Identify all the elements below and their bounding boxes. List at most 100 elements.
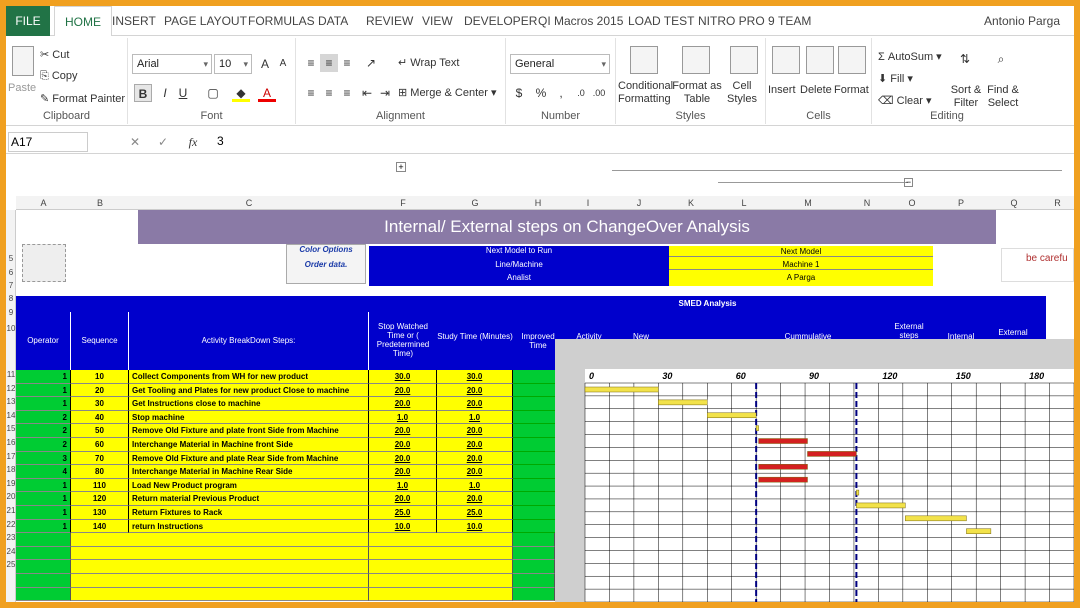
align-top-icon[interactable]: ≡	[302, 54, 320, 72]
operator-cell[interactable]: 2	[16, 438, 71, 452]
operator-cell[interactable]: 1	[16, 478, 71, 493]
info-value[interactable]: A Parga	[669, 273, 933, 282]
row-header[interactable]: 15	[6, 424, 16, 433]
cancel-icon[interactable]: ✕	[126, 133, 144, 151]
increase-decimal-icon[interactable]: .0	[572, 84, 590, 102]
font-color-icon[interactable]: A	[258, 84, 276, 102]
blank-cell[interactable]	[369, 574, 513, 588]
study-cell[interactable]: 1.0	[437, 410, 513, 425]
step-cell[interactable]: Interchange Material in Machine front Si…	[129, 438, 369, 452]
blank-cell[interactable]	[71, 546, 369, 561]
font-name-combo[interactable]: Arial	[132, 54, 212, 74]
row-header[interactable]: 14	[6, 411, 16, 420]
insert-cells-button[interactable]: Insert	[768, 84, 796, 96]
blank-cell[interactable]	[16, 574, 71, 588]
blank-cell[interactable]	[16, 546, 71, 561]
operator-cell[interactable]: 2	[16, 424, 71, 438]
format-table-icon[interactable]	[682, 46, 710, 74]
blank-cell[interactable]	[513, 560, 555, 574]
insert-cells-icon[interactable]	[772, 46, 800, 74]
cell-styles-icon[interactable]	[730, 46, 758, 74]
row-header[interactable]: 16	[6, 438, 16, 447]
comma-icon[interactable]: ,	[552, 84, 570, 102]
cell-styles-button[interactable]: Cell Styles	[722, 80, 762, 106]
col-header[interactable]: F	[369, 196, 437, 210]
blank-cell[interactable]	[369, 587, 513, 602]
col-header[interactable]: G	[437, 196, 513, 210]
format-cells-button[interactable]: Format	[834, 84, 869, 96]
sort-filter-button[interactable]: Sort & Filter	[946, 84, 986, 110]
gantt-bar[interactable]	[658, 399, 708, 406]
row-header[interactable]: 20	[6, 492, 16, 501]
improved-cell[interactable]	[513, 383, 555, 398]
col-header[interactable]: L	[717, 196, 771, 210]
operator-cell[interactable]: 1	[16, 397, 71, 411]
col-header[interactable]: N	[845, 196, 889, 210]
row-header[interactable]: 13	[6, 397, 16, 406]
row-header[interactable]: 17	[6, 452, 16, 461]
conditional-formatting-button[interactable]: Conditional Formatting	[618, 80, 673, 106]
row-header[interactable]: 7	[6, 281, 16, 290]
blank-cell[interactable]	[71, 533, 369, 547]
blank-cell[interactable]	[71, 587, 369, 602]
row-header[interactable]: 8	[6, 294, 16, 303]
merge-center-button[interactable]: ⊞ Merge & Center ▾	[398, 86, 497, 99]
gantt-bar[interactable]	[755, 425, 759, 431]
tab-team[interactable]: TEAM	[768, 6, 821, 36]
name-box[interactable]: A17	[8, 132, 88, 152]
sequence-cell[interactable]: 110	[71, 478, 129, 493]
sequence-cell[interactable]: 10	[71, 370, 129, 384]
binoculars-icon[interactable]: ⌕	[992, 50, 1010, 68]
operator-cell[interactable]: 1	[16, 370, 71, 384]
row-header[interactable]: 19	[6, 479, 16, 488]
improved-cell[interactable]	[513, 410, 555, 425]
format-cells-icon[interactable]	[838, 46, 866, 74]
step-cell[interactable]: Return material Previous Product	[129, 492, 369, 506]
row-header[interactable]: 9	[6, 308, 16, 317]
sequence-cell[interactable]: 80	[71, 465, 129, 479]
row-header[interactable]: 24	[6, 547, 16, 556]
step-cell[interactable]: Get Instructions close to machine	[129, 397, 369, 411]
sequence-cell[interactable]: 20	[71, 383, 129, 398]
italic-button[interactable]: I	[156, 84, 174, 102]
step-cell[interactable]: Return Fixtures to Rack	[129, 506, 369, 520]
watched-cell[interactable]: 20.0	[369, 383, 437, 398]
sequence-cell[interactable]: 60	[71, 438, 129, 452]
col-header[interactable]: Q	[987, 196, 1041, 210]
study-cell[interactable]: 20.0	[437, 424, 513, 438]
study-cell[interactable]: 20.0	[437, 383, 513, 398]
row-header[interactable]: 10	[6, 324, 16, 333]
watched-cell[interactable]: 20.0	[369, 492, 437, 506]
watched-cell[interactable]: 20.0	[369, 438, 437, 452]
study-cell[interactable]: 1.0	[437, 478, 513, 493]
cut-button[interactable]: ✂ Cut	[40, 48, 69, 61]
blank-cell[interactable]	[513, 533, 555, 547]
clear-button[interactable]: ⌫ Clear ▾	[878, 94, 932, 107]
sequence-cell[interactable]: 130	[71, 506, 129, 520]
row-header[interactable]: 22	[6, 520, 16, 529]
improved-cell[interactable]	[513, 424, 555, 438]
improved-cell[interactable]	[513, 465, 555, 479]
gantt-bar[interactable]	[707, 412, 757, 419]
sequence-cell[interactable]: 120	[71, 492, 129, 506]
paste-button[interactable]: Paste	[8, 82, 36, 94]
step-cell[interactable]: Remove Old Fixture and plate Rear Side f…	[129, 451, 369, 466]
expand-group-icon[interactable]: +	[396, 162, 406, 172]
sequence-cell[interactable]: 140	[71, 519, 129, 534]
sequence-cell[interactable]: 30	[71, 397, 129, 411]
watched-cell[interactable]: 25.0	[369, 506, 437, 520]
row-header[interactable]: 12	[6, 384, 16, 393]
gantt-bar[interactable]	[758, 464, 808, 470]
blank-cell[interactable]	[16, 587, 71, 602]
info-value[interactable]: Machine 1	[669, 260, 933, 270]
row-header[interactable]: 21	[6, 506, 16, 515]
fill-color-icon[interactable]: ◆	[232, 84, 250, 102]
operator-cell[interactable]: 1	[16, 519, 71, 534]
operator-cell[interactable]: 4	[16, 465, 71, 479]
improved-cell[interactable]	[513, 506, 555, 520]
col-header[interactable]: A	[16, 196, 71, 210]
increase-indent-icon[interactable]: ⇥	[376, 84, 394, 102]
blank-cell[interactable]	[513, 574, 555, 588]
step-cell[interactable]: Stop machine	[129, 410, 369, 425]
blank-cell[interactable]	[513, 587, 555, 602]
